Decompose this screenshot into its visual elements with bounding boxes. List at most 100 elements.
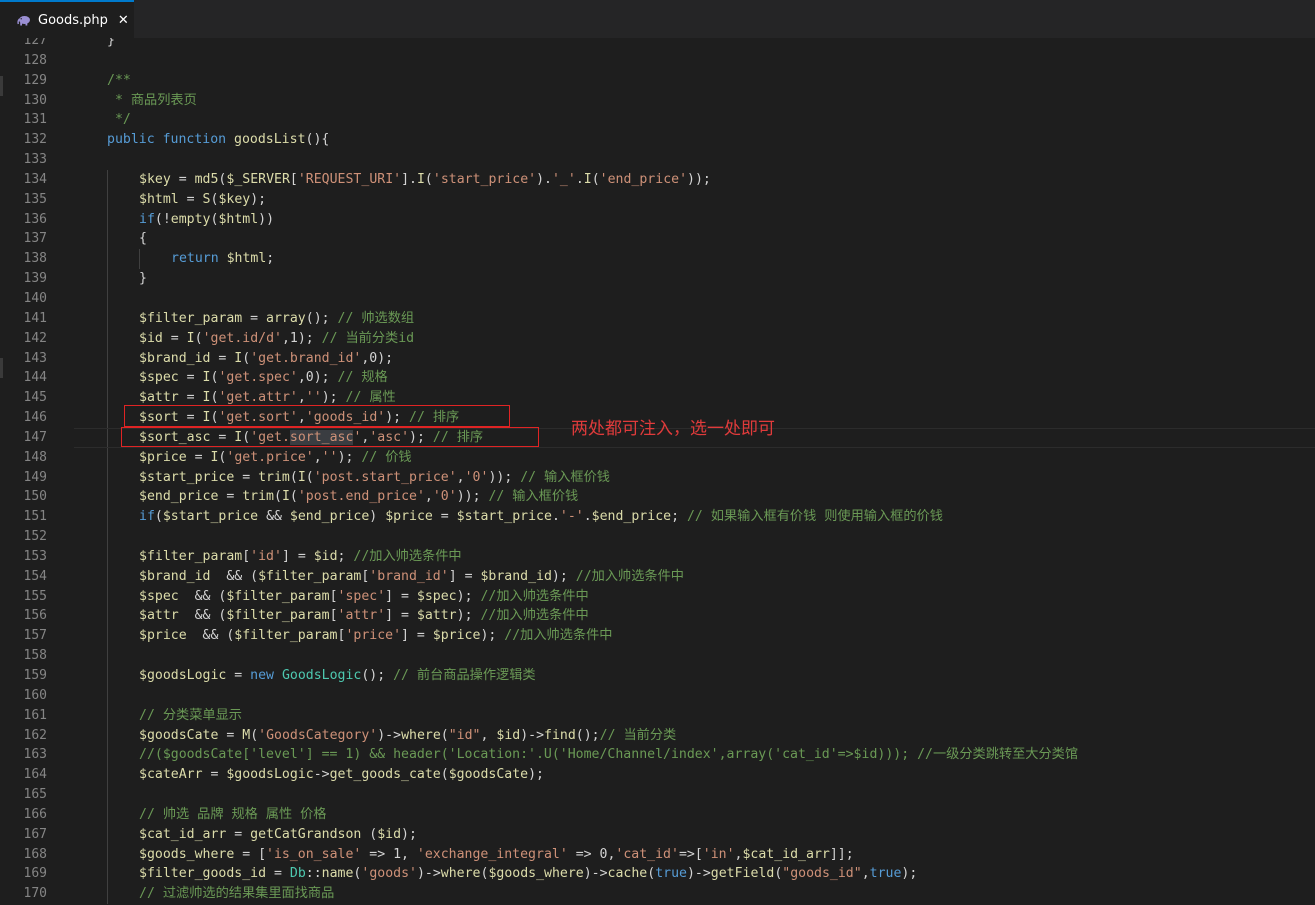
code-line[interactable]: 151 if($start_price && $end_price) $price…: [0, 507, 1315, 528]
code-token: array: [266, 310, 306, 326]
code-token: );: [401, 826, 417, 842]
code-line[interactable]: 143 $brand_id = I('get.brand_id',0);: [0, 348, 1315, 369]
code-line[interactable]: 163 //($goodsCate['level'] == 1) && heade…: [0, 745, 1315, 766]
code-token: $html: [226, 251, 267, 267]
code-line[interactable]: 154 $brand_id && ($filter_param['brand_id…: [0, 566, 1315, 587]
code-token: ;: [337, 548, 354, 564]
code-line[interactable]: 127}: [0, 38, 1315, 51]
code-token: $filter_goods_id: [139, 866, 267, 882]
code-line[interactable]: 132 public function goodsList(){: [0, 130, 1315, 150]
code-line[interactable]: 155 $spec && ($filter_param['spec'] = $sp…: [0, 586, 1315, 607]
code-line[interactable]: 148 $price = I('get.price',''); // 价钱: [0, 447, 1315, 468]
code-token: Db: [289, 866, 306, 882]
code-line[interactable]: 141 $filter_param = array(); // 帅选数组: [0, 308, 1315, 329]
line-number: 158: [23, 648, 47, 664]
code-line[interactable]: 156 $attr && ($filter_param['attr'] = $at…: [0, 606, 1315, 627]
indent-guide: [107, 606, 108, 627]
code-line[interactable]: 139}: [0, 269, 1315, 289]
code-line[interactable]: 137 {: [0, 229, 1315, 250]
code-line[interactable]: 160: [0, 685, 1315, 706]
code-token: }: [107, 38, 115, 48]
code-token: [: [289, 171, 298, 187]
code-line[interactable]: 149 $start_price = trim(I('post.start_pri…: [0, 467, 1315, 488]
code-line[interactable]: 129 /**: [0, 71, 1315, 91]
code-line[interactable]: 144 $spec = I('get.spec',0); // 规格: [0, 368, 1315, 389]
indent-guide: [107, 705, 108, 726]
annotation-text: 两处都可注入，选一处即可: [571, 419, 775, 439]
line-number: 147: [23, 429, 47, 445]
code-text: */: [107, 110, 131, 130]
code-line[interactable]: 164 $cateArr = $goodsLogic->get_goods_cat…: [0, 765, 1315, 786]
code-token: => 1,: [361, 846, 417, 862]
tab-goods-php[interactable]: Goods.php ✕: [0, 0, 134, 38]
code-line[interactable]: 142 $id = I('get.id/d',1); // 当前分类id: [0, 328, 1315, 349]
code-line[interactable]: 135 $html = S($key);: [0, 189, 1315, 210]
code-token: 'spec': [337, 588, 386, 604]
code-line[interactable]: 140: [0, 288, 1315, 309]
indent-guide: [107, 348, 108, 369]
code-token: [: [242, 548, 251, 564]
code-token: //加入帅选条件中: [504, 628, 613, 644]
code-line[interactable]: 165: [0, 785, 1315, 805]
code-line[interactable]: 150 $end_price = trim(I('post.end_price',…: [0, 487, 1315, 508]
code-line[interactable]: 158: [0, 646, 1315, 666]
code-text: // 帅选 品牌 规格 属性 价格: [139, 805, 326, 825]
code-line[interactable]: 130 * 商品列表页: [0, 91, 1315, 111]
line-number: 151: [23, 509, 47, 525]
code-token: $filter_param: [139, 310, 243, 326]
code-token: true: [655, 866, 687, 882]
code-line[interactable]: 169 $filter_goods_id = Db::name('goods')-…: [0, 864, 1315, 885]
code-line[interactable]: 145 $attr = I('get.attr',''); // 属性: [0, 388, 1315, 409]
code-line[interactable]: 161 // 分类菜单显示: [0, 705, 1315, 726]
code-token: new: [250, 668, 282, 683]
indent-guide: [107, 586, 108, 607]
code-line[interactable]: 128: [0, 51, 1315, 71]
indent-guide: [107, 844, 108, 865]
code-token: = [: [234, 846, 267, 862]
code-token: $attr: [416, 608, 457, 624]
code-line[interactable]: 138 return $html;: [0, 249, 1315, 270]
code-token: // 排序: [432, 429, 484, 445]
code-token: (: [647, 866, 656, 882]
close-icon[interactable]: ✕: [118, 13, 129, 28]
code-line[interactable]: 162 $goodsCate = M('GoodsCategory')->wher…: [0, 725, 1315, 746]
code-token: name: [321, 866, 354, 882]
code-line[interactable]: 159 $goodsLogic = new GoodsLogic(); // 前台…: [0, 666, 1315, 686]
code-token: [: [329, 588, 338, 604]
code-line[interactable]: 133: [0, 150, 1315, 170]
code-token: $goodsLogic: [139, 668, 227, 683]
line-number: 170: [23, 886, 47, 902]
code-line[interactable]: 134 $key = md5($_SERVER['REQUEST_URI'].I(…: [0, 169, 1315, 190]
code-token: =: [210, 350, 235, 366]
code-line[interactable]: 157 $price && ($filter_param['price'] = $…: [0, 626, 1315, 647]
code-token: ,0);: [361, 350, 394, 366]
code-line[interactable]: 166 // 帅选 品牌 规格 属性 价格: [0, 804, 1315, 825]
code-line[interactable]: 153 $filter_param['id'] = $id; //加入帅选条件中: [0, 546, 1315, 567]
code-token: if: [139, 509, 155, 525]
indent-guide: [107, 229, 108, 250]
code-token: .: [583, 509, 592, 525]
code-token: => 0,: [567, 846, 616, 862]
code-editor[interactable]: 127} 128 129/** 130 * 商品列表页 131 */132 public …: [0, 38, 1315, 905]
code-token: ,: [480, 727, 497, 743]
code-token: // 分类菜单显示: [139, 707, 242, 723]
code-token: 'get.brand_id': [250, 350, 362, 366]
code-token: '0': [464, 469, 489, 485]
code-text: $start_price = trim(I('post.start_price'…: [139, 468, 610, 488]
code-line[interactable]: 170 // 过滤帅选的结果集里面找商品: [0, 884, 1315, 905]
code-token: goodsList: [234, 132, 306, 148]
code-line[interactable]: 131 */: [0, 110, 1315, 130]
code-token: // 当前分类id: [321, 330, 415, 346]
code-token: ));: [687, 171, 711, 187]
code-line[interactable]: 136 if(!empty($html)): [0, 209, 1315, 230]
line-number: 140: [23, 290, 47, 306]
code-text: $price && ($filter_param['price'] = $pri…: [139, 626, 612, 646]
code-text: $sort = I('get.sort','goods_id'); // 排序: [139, 408, 459, 428]
code-line[interactable]: 152: [0, 527, 1315, 547]
code-line[interactable]: 167 $cat_id_arr = getCatGrandson ($id);: [0, 824, 1315, 845]
code-token: =: [210, 429, 235, 445]
code-token: 'asc': [369, 429, 410, 445]
code-line[interactable]: 168 $goods_where = ['is_on_sale' => 1, 'e…: [0, 844, 1315, 865]
code-token: // 价钱: [361, 449, 412, 465]
indent-guide: [107, 546, 108, 567]
